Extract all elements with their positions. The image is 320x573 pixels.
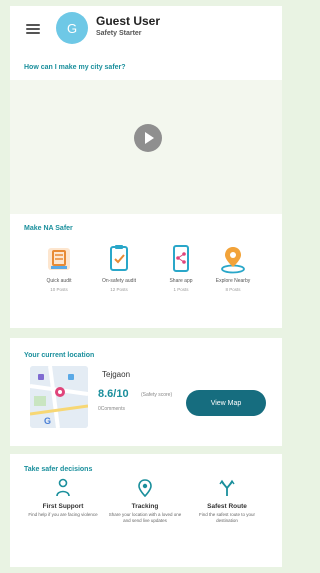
feature-label: Quick audit bbox=[46, 278, 72, 284]
location-title: Your current location bbox=[24, 352, 95, 359]
feature-label: On-safety audit bbox=[102, 278, 136, 284]
location-card: Your current location G Tejgaon 8.6/10 (… bbox=[10, 338, 282, 446]
feature-label: Explore Nearby bbox=[215, 278, 251, 284]
option-description: Find help if you are facing violence bbox=[28, 512, 98, 517]
route-icon bbox=[218, 478, 236, 498]
comments-count[interactable]: 0Comments bbox=[98, 406, 125, 412]
option-first-support[interactable]: First Support Find help if you are facin… bbox=[26, 478, 100, 518]
feature-label: Share app bbox=[169, 278, 193, 284]
safety-score-note: (Safety score) bbox=[141, 392, 173, 398]
decisions-card: Take safer decisions First Support Find … bbox=[10, 454, 282, 567]
option-title: First Support bbox=[42, 503, 84, 510]
option-title: Safest Route bbox=[207, 503, 247, 510]
option-safest-route[interactable]: Safest Route Find the safest route to yo… bbox=[190, 478, 264, 524]
menu-icon[interactable] bbox=[26, 24, 40, 34]
home-card: G Guest User Safety Starter How can I ma… bbox=[10, 6, 282, 328]
user-name: Guest User bbox=[96, 14, 161, 28]
decisions-title: Take safer decisions bbox=[24, 466, 93, 473]
audit-icon bbox=[45, 244, 73, 274]
option-description: Find the safest route to your destinatio… bbox=[198, 512, 256, 523]
map-thumbnail[interactable]: G bbox=[30, 366, 88, 428]
app-frame: G Guest User Safety Starter How can I ma… bbox=[10, 6, 282, 567]
feature-count: 10 Posts bbox=[50, 287, 68, 292]
feature-share-app[interactable]: Share app 1 Posts bbox=[154, 244, 208, 292]
option-title: Tracking bbox=[131, 503, 159, 510]
view-map-button[interactable]: View Map bbox=[186, 390, 266, 416]
feature-explore-nearby[interactable]: Explore Nearby 8 Posts bbox=[206, 244, 260, 292]
make-safer-title: Make NA Safer bbox=[24, 225, 73, 232]
location-icon bbox=[219, 244, 247, 274]
feature-count: 12 Posts bbox=[110, 287, 128, 292]
feature-quick-audit[interactable]: Quick audit 10 Posts bbox=[32, 244, 86, 292]
avatar[interactable]: G bbox=[56, 12, 88, 44]
option-tracking[interactable]: Tracking Share your location with a love… bbox=[108, 478, 182, 524]
video-title: How can I make my city safer? bbox=[24, 64, 126, 71]
tracking-icon bbox=[136, 478, 154, 498]
feature-safety-audit[interactable]: On-safety audit 12 Posts bbox=[92, 244, 146, 292]
user-role: Safety Starter bbox=[96, 30, 142, 37]
feature-count: 8 Posts bbox=[225, 287, 241, 292]
support-icon bbox=[54, 478, 72, 498]
place-name: Tejgaon bbox=[102, 370, 131, 379]
safety-score: 8.6/10 bbox=[98, 388, 129, 400]
svg-text:G: G bbox=[44, 416, 51, 426]
share-phone-icon bbox=[167, 244, 195, 274]
feature-count: 1 Posts bbox=[173, 287, 189, 292]
option-description: Share your location with a loved one and… bbox=[108, 512, 182, 523]
clipboard-icon bbox=[105, 244, 133, 274]
play-icon[interactable] bbox=[134, 124, 162, 152]
